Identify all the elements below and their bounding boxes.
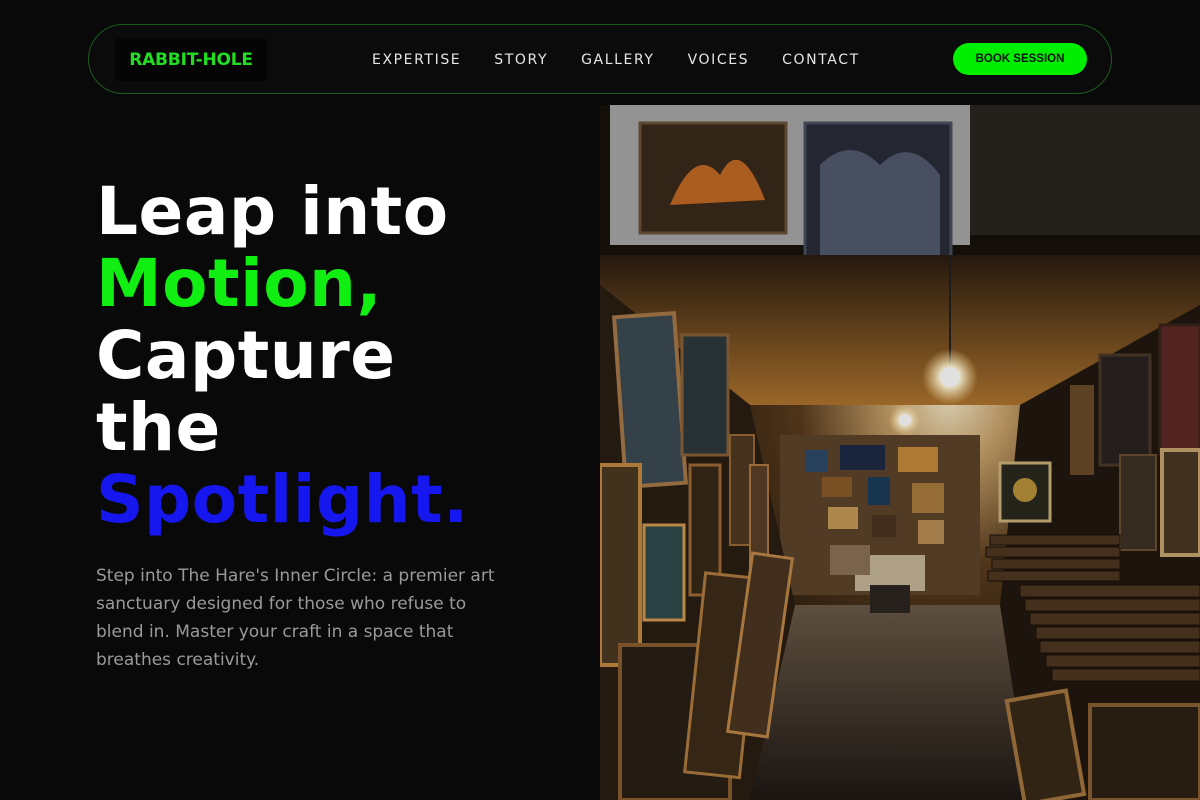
gallery-illustration — [600, 105, 1200, 800]
top-navbar: RABBIT-HOLE EXPERTISE STORY GALLERY VOIC… — [88, 24, 1112, 94]
nav-link-contact[interactable]: CONTACT — [782, 52, 860, 68]
nav-link-expertise[interactable]: EXPERTISE — [372, 52, 461, 68]
nav-link-story[interactable]: STORY — [494, 52, 548, 68]
logo[interactable]: RABBIT-HOLE — [115, 38, 267, 81]
hero-heading-line-1: Leap into — [96, 173, 449, 250]
nav-link-voices[interactable]: VOICES — [688, 52, 750, 68]
hero-heading-line-4: the — [96, 389, 221, 466]
hero-heading-line-3: Capture — [96, 317, 396, 394]
hero-heading-line-5: Spotlight. — [96, 461, 469, 538]
logo-text: RABBIT-HOLE — [129, 49, 253, 70]
nav-link-gallery[interactable]: GALLERY — [581, 52, 654, 68]
hero-description: Step into The Hare's Inner Circle: a pre… — [96, 566, 495, 670]
hero-gallery-image — [600, 105, 1200, 800]
hero-heading-line-2: Motion, — [96, 245, 383, 322]
hero-heading: Leap into Motion, Capture the Spotlight. — [96, 176, 469, 536]
book-session-button[interactable]: BOOK SESSION — [953, 43, 1087, 75]
nav-links: EXPERTISE STORY GALLERY VOICES CONTACT — [372, 25, 860, 95]
